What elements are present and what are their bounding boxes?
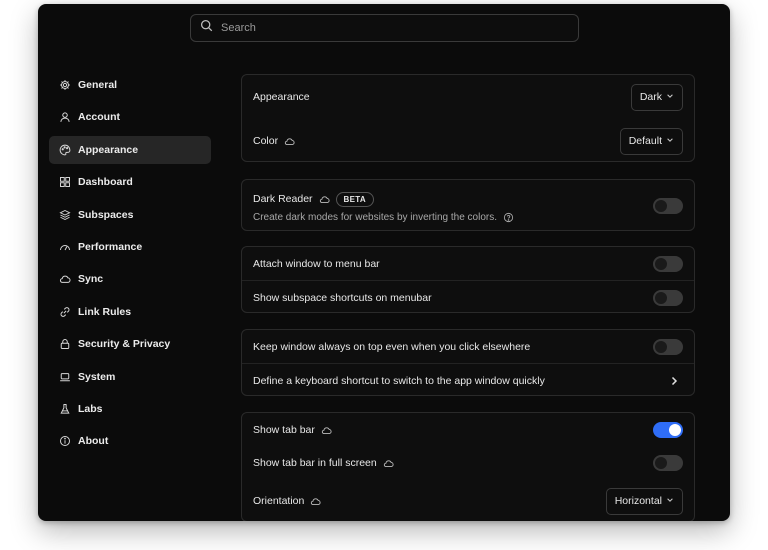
tabbar-fullscreen-toggle[interactable] [653,455,683,471]
sidebar-item-label: Account [78,111,120,124]
chevron-down-icon [666,135,674,147]
theme-select[interactable]: Dark [630,83,683,111]
appearance-label: Appearance [253,91,310,103]
attach-menubar-label: Attach window to menu bar [253,257,380,270]
tabbar-card: Show tab bar Show tab bar in full screen… [241,412,695,521]
dark-reader-desc-row: Create dark modes for websites by invert… [242,208,694,226]
sidebar-item-performance[interactable]: Performance [49,233,211,261]
info-icon [59,435,71,447]
gauge-icon [59,241,71,253]
sidebar-item-label: Security & Privacy [78,338,171,351]
sidebar-item-label: Subspaces [78,208,134,221]
subspace-shortcuts-toggle[interactable] [653,289,683,306]
dark-reader-title-row: Dark Reader BETA [242,189,694,209]
sidebar-item-dashboard[interactable]: Dashboard [49,168,211,196]
flask-icon [59,403,71,415]
dark-reader-label: Dark Reader [253,193,313,205]
search-icon [200,19,213,37]
sidebar-item-label: About [78,435,109,448]
chevron-down-icon [666,495,674,507]
search-input[interactable] [221,15,578,41]
sidebar-item-label: General [78,79,118,91]
sidebar-item-about[interactable]: About [49,427,211,455]
sidebar-item-label: Performance [78,240,143,253]
keyboard-shortcut-row[interactable]: Define a keyboard shortcut to switch to … [242,364,694,397]
show-tabbar-row: Show tab bar [242,413,694,447]
orientation-row: Orientation Horizontal [242,479,694,521]
show-tabbar-label: Show tab bar [253,424,315,436]
sidebar-item-label: Appearance [78,143,139,156]
sidebar-item-general[interactable]: General [49,71,211,99]
menubar-card: Attach window to menu bar Show subspace … [241,246,695,313]
chevron-down-icon [666,91,674,103]
dark-reader-description: Create dark modes for websites by invert… [253,211,497,223]
sidebar-item-labs[interactable]: Labs [49,395,211,423]
color-select[interactable]: Default [619,127,683,155]
always-on-top-toggle[interactable] [653,338,683,355]
cloud-sync-icon [383,458,394,469]
palette-icon [59,144,71,156]
cloud-icon [59,273,71,285]
sidebar-item-appearance[interactable]: Appearance [49,135,211,164]
dark-reader-card: Dark Reader BETA Create dark modes for w… [241,179,695,231]
lock-icon [59,338,71,350]
attach-menubar-row: Attach window to menu bar [242,247,694,280]
layers-icon [59,209,71,221]
window-card: Keep window always on top even when you … [241,329,695,396]
keyboard-shortcut-label: Define a keyboard shortcut to switch to … [253,374,545,387]
cloud-sync-icon [284,136,295,147]
dark-reader-toggle[interactable] [653,198,683,214]
sidebar-item-label: Sync [78,273,104,286]
show-tabbar-toggle[interactable] [653,422,683,438]
help-icon[interactable] [503,212,514,223]
cloud-sync-icon [321,425,332,436]
tabbar-fullscreen-row: Show tab bar in full screen [242,447,694,479]
laptop-icon [59,371,71,383]
sidebar-item-system[interactable]: System [49,363,211,391]
sidebar-item-label: System [78,370,116,383]
always-on-top-row: Keep window always on top even when you … [242,330,694,363]
settings-sidebar: General Account Appearance Dashboard Sub… [49,71,211,460]
settings-window: General Account Appearance Dashboard Sub… [38,4,730,521]
color-label: Color [253,135,279,147]
sidebar-item-label: Dashboard [78,176,133,189]
subspace-shortcuts-label: Show subspace shortcuts on menubar [253,291,432,304]
link-icon [59,306,71,318]
appearance-card: Appearance Dark Color Default [241,74,695,162]
dashboard-icon [59,176,71,188]
sidebar-item-label: Link Rules [78,305,132,318]
sidebar-item-link-rules[interactable]: Link Rules [49,298,211,326]
beta-badge: BETA [335,191,374,207]
cloud-sync-icon [319,194,330,205]
color-select-value: Default [628,135,662,147]
sidebar-item-security-privacy[interactable]: Security & Privacy [49,330,211,358]
orientation-select[interactable]: Horizontal [605,487,683,515]
appearance-row: Appearance Dark [242,75,694,119]
sidebar-item-subspaces[interactable]: Subspaces [49,201,211,229]
sidebar-item-account[interactable]: Account [49,103,211,131]
gear-icon [59,79,71,91]
subspace-shortcuts-row: Show subspace shortcuts on menubar [242,281,694,314]
theme-select-value: Dark [639,91,662,103]
always-on-top-label: Keep window always on top even when you … [253,340,531,353]
user-icon [59,111,71,123]
sidebar-item-label: Labs [78,402,103,415]
chevron-right-icon [669,376,679,386]
search-bar[interactable] [190,14,579,42]
cloud-sync-icon [310,496,321,507]
color-row: Color Default [242,119,694,163]
sidebar-item-sync[interactable]: Sync [49,265,211,293]
tabbar-fullscreen-label: Show tab bar in full screen [253,457,377,469]
orientation-select-value: Horizontal [614,495,662,507]
attach-menubar-toggle[interactable] [653,255,683,272]
orientation-label: Orientation [253,495,305,507]
